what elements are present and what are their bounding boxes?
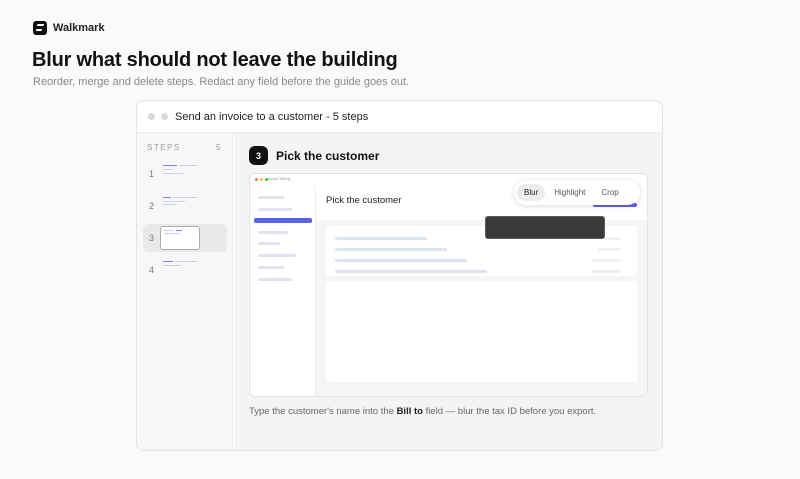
editor-window: Send an invoice to a customer - 5 steps … bbox=[136, 100, 663, 451]
page-headline: Blur what should not leave the building bbox=[32, 49, 398, 71]
window-dot-icon bbox=[148, 113, 155, 120]
caption-field-name: Bill to bbox=[396, 406, 423, 417]
screenshot-empty-card bbox=[326, 281, 637, 382]
step-number: 4 bbox=[149, 265, 155, 275]
highlight-tool-button[interactable]: Highlight bbox=[547, 184, 592, 201]
step-title[interactable]: Pick the customer bbox=[276, 149, 379, 163]
screenshot-window-dots bbox=[255, 178, 268, 181]
walkmark-logo-icon bbox=[33, 21, 47, 35]
screenshot-app-name: Acme Billing bbox=[268, 176, 291, 181]
redaction-toolbar: Blur Highlight Crop bbox=[514, 180, 640, 205]
step-thumbnail bbox=[160, 194, 200, 218]
steps-header: STEPS 5 bbox=[147, 143, 222, 152]
window-titlebar: Send an invoice to a customer - 5 steps bbox=[137, 101, 662, 133]
step-thumbnail bbox=[160, 258, 200, 282]
step-number-badge: 3 bbox=[249, 146, 268, 165]
guide-title: Send an invoice to a customer - 5 steps bbox=[175, 111, 369, 123]
page-subline: Reorder, merge and delete steps. Redact … bbox=[33, 76, 410, 88]
screenshot-selected-nav bbox=[254, 218, 312, 223]
steps-count: 5 bbox=[216, 143, 222, 152]
step-item-2[interactable]: 2 bbox=[143, 192, 227, 220]
brand: Walkmark bbox=[33, 21, 105, 35]
step-item-4[interactable]: 4 bbox=[143, 256, 227, 284]
step-item-3[interactable]: 3 bbox=[143, 224, 227, 252]
step-caption[interactable]: Type the customer's name into the Bill t… bbox=[249, 406, 596, 417]
step-editor: 3 Pick the customer Acme Billing Pick th… bbox=[234, 133, 662, 450]
step-item-1[interactable]: 1 bbox=[143, 160, 227, 188]
step-number: 3 bbox=[149, 233, 155, 243]
screenshot-heading: Pick the customer bbox=[326, 195, 402, 206]
step-thumbnail bbox=[160, 162, 200, 186]
window-dot-icon bbox=[161, 113, 168, 120]
blur-redaction-box[interactable] bbox=[485, 216, 605, 239]
screenshot-sidebar bbox=[250, 186, 316, 396]
step-number: 1 bbox=[149, 169, 155, 179]
crop-tool-button[interactable]: Crop bbox=[594, 184, 625, 201]
blur-tool-button[interactable]: Blur bbox=[517, 184, 546, 201]
steps-sidebar: STEPS 5 1 2 3 4 bbox=[137, 133, 233, 450]
steps-label: STEPS bbox=[147, 143, 181, 152]
brand-name: Walkmark bbox=[53, 22, 105, 34]
step-number: 2 bbox=[149, 201, 155, 211]
step-thumbnail bbox=[160, 226, 200, 250]
step-screenshot[interactable]: Acme Billing Pick the customer Blur High… bbox=[249, 173, 648, 397]
